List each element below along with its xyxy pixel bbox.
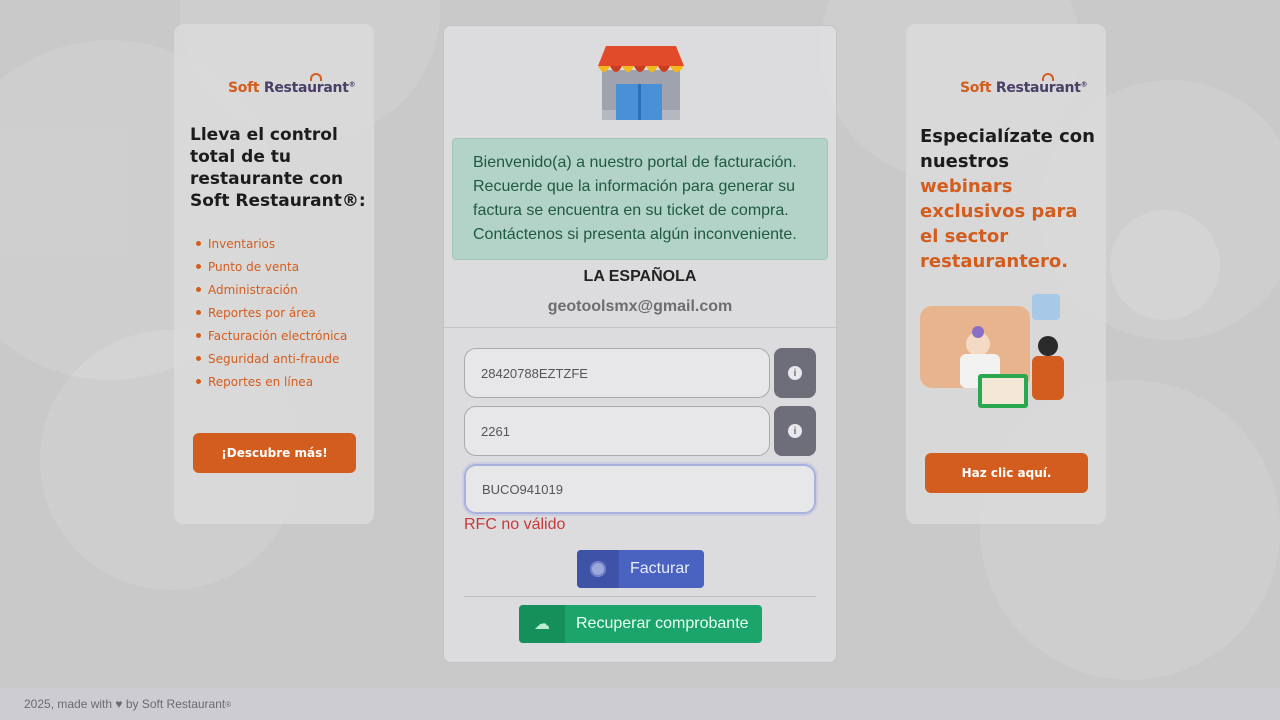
footer: 2025, made with ♥ by Soft Restaurant ®: [0, 688, 1280, 720]
feature-item: Seguridad anti-fraude: [196, 347, 347, 370]
amount-info-button[interactable]: i: [774, 406, 816, 456]
divider: [464, 596, 816, 597]
info-icon: i: [788, 366, 802, 380]
discover-more-button[interactable]: ¡Descubre más!: [193, 433, 356, 473]
divider: [444, 327, 836, 328]
welcome-alert: Bienvenido(a) a nuestro portal de factur…: [452, 138, 828, 260]
storefront-icon: [598, 46, 684, 120]
recover-receipt-button[interactable]: ☁ Recuperar comprobante: [519, 605, 762, 643]
soft-restaurant-logo: Soft Restaurant®: [228, 73, 356, 96]
contact-email: geotoolsmx@gmail.com: [547, 298, 733, 315]
rfc-error-message: RFC no válido: [464, 516, 566, 533]
cloud-download-icon: ☁: [519, 605, 565, 643]
gear-icon: [577, 550, 619, 588]
promo-heading: Lleva el control total de tu restaurante…: [190, 125, 366, 211]
click-here-button[interactable]: Haz clic aquí.: [925, 453, 1088, 493]
ticket-info-button[interactable]: i: [774, 348, 816, 398]
feature-item: Administración: [196, 278, 347, 301]
feature-item: Facturación electrónica: [196, 324, 347, 347]
team-illustration: [920, 294, 1064, 408]
rfc-input[interactable]: BUCO941019: [464, 464, 816, 514]
feature-list: Inventarios Punto de venta Administració…: [196, 232, 347, 393]
right-promo-panel: Soft Restaurant® Especialízate con nuest…: [906, 24, 1106, 524]
feature-item: Reportes en línea: [196, 370, 347, 393]
facturar-button[interactable]: Facturar: [577, 550, 704, 588]
promo-heading: Especialízate con nuestros webinars excl…: [920, 126, 1095, 272]
ticket-number-input[interactable]: 28420788EZTZFE: [464, 348, 770, 398]
company-name: LA ESPAÑOLA: [583, 268, 697, 285]
feature-item: Inventarios: [196, 232, 347, 255]
feature-item: Reportes por área: [196, 301, 347, 324]
feature-item: Punto de venta: [196, 255, 347, 278]
info-icon: i: [788, 424, 802, 438]
amount-input[interactable]: 2261: [464, 406, 770, 456]
left-promo-panel: Soft Restaurant® Lleva el control total …: [174, 24, 374, 524]
soft-restaurant-logo: Soft Restaurant®: [960, 73, 1088, 96]
invoice-card: Bienvenido(a) a nuestro portal de factur…: [443, 25, 837, 663]
